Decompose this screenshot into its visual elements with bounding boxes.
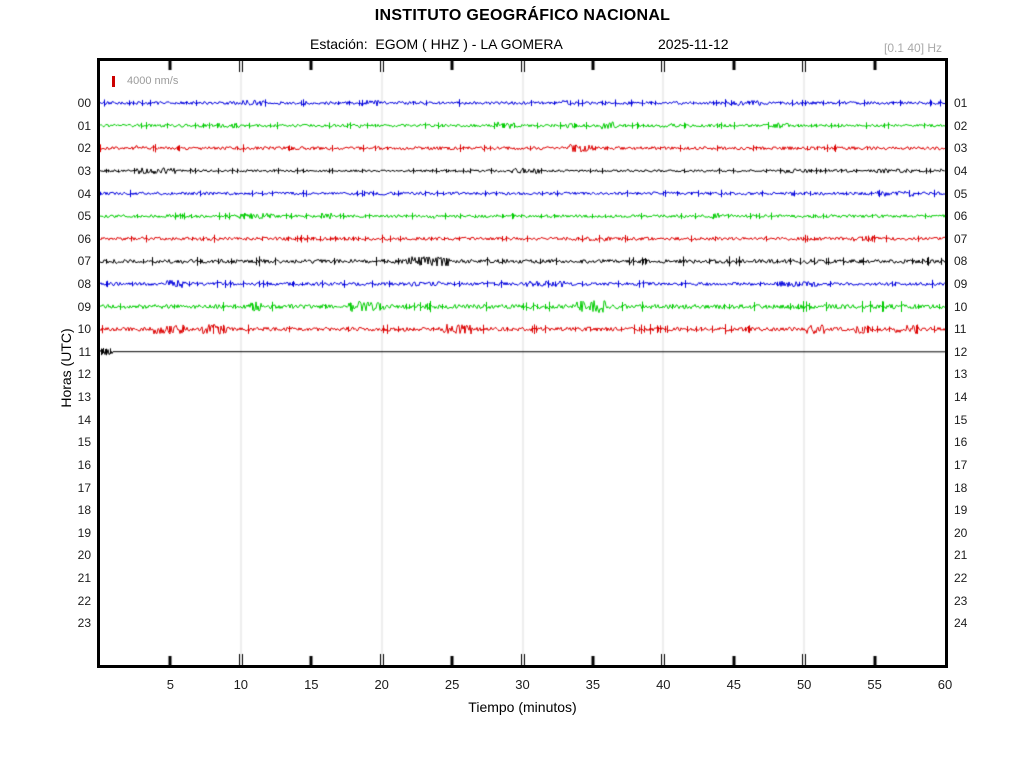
hour-label-left: 08 — [56, 276, 91, 292]
hour-label-right: 16 — [954, 434, 989, 450]
hour-label-left: 06 — [56, 231, 91, 247]
hour-label-left: 05 — [56, 208, 91, 224]
hour-label-right: 10 — [954, 299, 989, 315]
hour-label-right: 13 — [954, 366, 989, 382]
hour-label-left: 07 — [56, 253, 91, 269]
x-tick-label: 5 — [150, 677, 190, 692]
hour-label-right: 11 — [954, 321, 989, 337]
x-tick-label: 25 — [432, 677, 472, 692]
x-tick-label: 15 — [291, 677, 331, 692]
x-tick-label: 30 — [503, 677, 543, 692]
hour-label-right: 22 — [954, 570, 989, 586]
hour-label-left: 03 — [56, 163, 91, 179]
station-subtitle: Estación: EGOM ( HHZ ) - LA GOMERA — [310, 36, 563, 52]
header-date: 2025-11-12 — [658, 36, 729, 52]
hour-label-right: 12 — [954, 344, 989, 360]
x-tick-label: 50 — [784, 677, 824, 692]
hour-label-right: 21 — [954, 547, 989, 563]
hour-label-right: 23 — [954, 593, 989, 609]
hour-label-right: 08 — [954, 253, 989, 269]
hour-label-left: 09 — [56, 299, 91, 315]
x-tick-label: 10 — [221, 677, 261, 692]
hour-label-left: 19 — [56, 525, 91, 541]
x-tick-label: 55 — [855, 677, 895, 692]
legend-scale-label: 4000 nm/s — [127, 75, 178, 87]
hour-label-right: 14 — [954, 389, 989, 405]
hour-label-right: 15 — [954, 412, 989, 428]
x-tick-label: 60 — [925, 677, 965, 692]
hour-label-right: 06 — [954, 208, 989, 224]
hour-label-left: 21 — [56, 570, 91, 586]
hour-label-right: 17 — [954, 457, 989, 473]
hour-label-right: 02 — [954, 118, 989, 134]
x-tick-label: 40 — [643, 677, 683, 692]
hour-label-left: 16 — [56, 457, 91, 473]
x-tick-label: 20 — [362, 677, 402, 692]
hour-label-left: 22 — [56, 593, 91, 609]
hour-label-right: 20 — [954, 525, 989, 541]
x-tick-label: 45 — [714, 677, 754, 692]
hour-label-right: 19 — [954, 502, 989, 518]
hour-label-left: 00 — [56, 95, 91, 111]
hour-label-right: 18 — [954, 480, 989, 496]
hour-label-left: 14 — [56, 412, 91, 428]
helicorder-canvas — [100, 61, 945, 665]
hour-label-right: 01 — [954, 95, 989, 111]
hour-label-left: 18 — [56, 502, 91, 518]
hour-label-right: 09 — [954, 276, 989, 292]
x-tick-label: 35 — [573, 677, 613, 692]
hour-label-left: 23 — [56, 615, 91, 631]
hour-label-left: 20 — [56, 547, 91, 563]
filter-band-label: [0.1 40] Hz — [884, 41, 942, 55]
hour-label-left: 01 — [56, 118, 91, 134]
hour-label-left: 17 — [56, 480, 91, 496]
hour-label-left: 15 — [56, 434, 91, 450]
x-axis-title: Tiempo (minutos) — [97, 699, 948, 715]
page-title: INSTITUTO GEOGRÁFICO NACIONAL — [97, 7, 948, 25]
hour-label-right: 07 — [954, 231, 989, 247]
hour-label-left: 02 — [56, 140, 91, 156]
legend-scale-marker-icon — [112, 76, 115, 87]
y-axis-title: Horas (UTC) — [58, 328, 74, 407]
hour-label-right: 24 — [954, 615, 989, 631]
hour-label-right: 04 — [954, 163, 989, 179]
hour-label-right: 05 — [954, 186, 989, 202]
hour-label-left: 04 — [56, 186, 91, 202]
hour-label-right: 03 — [954, 140, 989, 156]
